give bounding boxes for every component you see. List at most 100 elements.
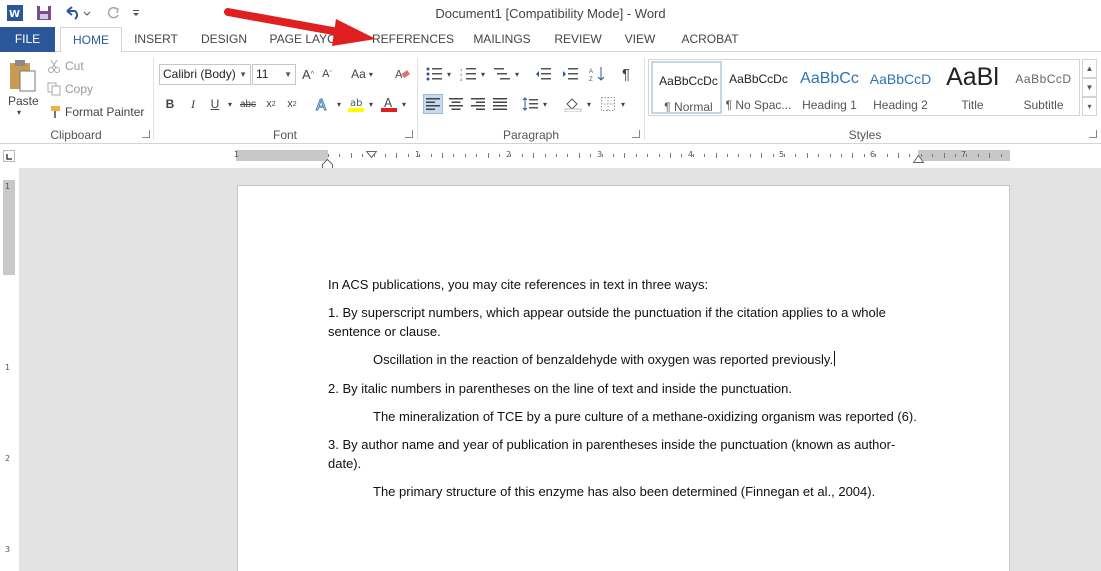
change-case-button[interactable]: Aa ▾: [345, 64, 379, 84]
justify-icon[interactable]: [490, 94, 510, 114]
style-no-spacing[interactable]: AaBbCcDc ¶ No Spac...: [723, 61, 794, 114]
tab-mailings[interactable]: MAILINGS: [467, 27, 537, 52]
shrink-font-icon[interactable]: Aˇ: [318, 64, 336, 84]
cut-button[interactable]: Cut: [65, 59, 84, 73]
format-painter-icon[interactable]: [46, 104, 62, 120]
increase-indent-icon[interactable]: [560, 64, 580, 84]
italic-icon[interactable]: I: [185, 94, 201, 114]
ruler-tick: [567, 154, 569, 157]
tab-view[interactable]: VIEW: [617, 27, 663, 52]
clear-formatting-icon[interactable]: A: [392, 64, 412, 84]
clipboard-launcher-icon[interactable]: [142, 130, 150, 138]
ruler-area: 1 1 2 3 4 5 6 7: [0, 144, 1101, 171]
styles-more-icon[interactable]: ▾: [1082, 97, 1097, 116]
chevron-down-icon[interactable]: ▾: [366, 94, 376, 114]
doc-paragraph[interactable]: 1. By superscript numbers, which appear …: [328, 303, 908, 322]
ruler-tick: [943, 153, 945, 158]
document-page[interactable]: [237, 185, 1010, 571]
shading-icon[interactable]: [562, 94, 584, 114]
ruler-tick: [419, 154, 421, 157]
tab-acrobat[interactable]: ACROBAT: [672, 27, 748, 52]
tab-review[interactable]: REVIEW: [548, 27, 608, 52]
styles-launcher-icon[interactable]: [1089, 130, 1097, 138]
grow-font-icon[interactable]: A ^: [299, 64, 317, 84]
ruler-tick: [613, 154, 614, 157]
align-right-icon[interactable]: [468, 94, 488, 114]
ruler-tick: [886, 154, 888, 157]
horizontal-ruler[interactable]: 1 1 2 3 4 5 6 7: [234, 150, 1010, 161]
tab-selector-icon[interactable]: [3, 150, 15, 162]
format-painter-button[interactable]: Format Painter: [65, 105, 144, 119]
vertical-ruler[interactable]: 1 1 2 3: [3, 180, 15, 571]
ruler-tick: [362, 154, 364, 157]
doc-paragraph[interactable]: In ACS publications, you may cite refere…: [328, 275, 908, 294]
chevron-down-icon[interactable]: ▾: [444, 64, 454, 84]
underline-icon[interactable]: U: [207, 94, 223, 114]
chevron-down-icon[interactable]: ▾: [512, 64, 522, 84]
title-bar: W Document1 [Compatibility Mode] - Word: [0, 0, 1101, 27]
highlight-icon[interactable]: ab: [346, 94, 366, 114]
ruler-number: 2: [5, 454, 11, 463]
copy-icon[interactable]: [46, 81, 62, 97]
paste-button[interactable]: Paste: [8, 94, 39, 108]
style-heading-1[interactable]: AaBbCc Heading 1: [794, 61, 865, 114]
show-formatting-marks-icon[interactable]: ¶: [616, 64, 636, 84]
doc-paragraph-example[interactable]: The primary structure of this enzyme has…: [373, 482, 953, 501]
chevron-down-icon[interactable]: ▾: [334, 94, 344, 114]
chevron-down-icon[interactable]: ▾: [399, 94, 409, 114]
ribbon-tabs: FILE HOME INSERT DESIGN PAGE LAYOUT REFE…: [0, 27, 1101, 53]
chevron-down-icon[interactable]: ▾: [540, 94, 550, 114]
right-indent-marker[interactable]: [912, 152, 925, 166]
svg-text:ab: ab: [350, 98, 362, 109]
style-name: ¶ No Spac...: [725, 98, 792, 112]
font-color-icon[interactable]: A: [379, 94, 399, 114]
chevron-down-icon[interactable]: ▾: [584, 94, 594, 114]
doc-paragraph[interactable]: 2. By italic numbers in parentheses on t…: [328, 379, 908, 398]
font-name-combo[interactable]: Calibri (Body) ▼: [159, 64, 251, 85]
doc-paragraph[interactable]: 3. By author name and year of publicatio…: [328, 435, 908, 454]
ruler-tick: [647, 154, 649, 157]
ruler-tick: [442, 153, 443, 158]
ruler-tick: [533, 153, 535, 158]
multilevel-list-icon[interactable]: [492, 64, 512, 84]
chevron-down-icon[interactable]: ▾: [478, 64, 488, 84]
borders-icon[interactable]: [598, 94, 618, 114]
ruler-tick: [487, 153, 489, 158]
paragraph-launcher-icon[interactable]: [632, 130, 640, 138]
cut-icon[interactable]: [46, 58, 62, 74]
styles-scroll-down-icon[interactable]: ▼: [1082, 78, 1097, 97]
font-size-combo[interactable]: 11 ▼: [252, 64, 296, 85]
doc-paragraph-example[interactable]: Oscillation in the reaction of benzaldeh…: [373, 350, 953, 369]
text-effects-icon[interactable]: A: [312, 94, 334, 114]
chevron-down-icon[interactable]: ▾: [618, 94, 628, 114]
paste-dropdown-icon[interactable]: ▾: [17, 108, 21, 117]
font-launcher-icon[interactable]: [405, 130, 413, 138]
line-spacing-icon[interactable]: [520, 94, 540, 114]
tab-file[interactable]: FILE: [0, 27, 55, 52]
style-subtitle[interactable]: AaBbCcD Subtitle: [1008, 61, 1079, 114]
align-left-icon[interactable]: [423, 94, 443, 114]
bold-icon[interactable]: B: [162, 94, 178, 114]
annotation-arrow-icon: [224, 8, 376, 46]
style-heading-2[interactable]: AaBbCcD Heading 2: [865, 61, 936, 114]
doc-paragraph[interactable]: sentence or clause.: [328, 322, 908, 341]
first-line-indent-marker[interactable]: [365, 147, 378, 161]
chevron-down-icon[interactable]: ▾: [224, 94, 236, 114]
superscript-icon[interactable]: x2: [283, 94, 301, 114]
tab-insert[interactable]: INSERT: [128, 27, 184, 52]
doc-paragraph[interactable]: date).: [328, 454, 908, 473]
bullets-icon[interactable]: [424, 64, 444, 84]
styles-scroll-up-icon[interactable]: ▲: [1082, 59, 1097, 78]
sort-icon[interactable]: AZ: [587, 64, 607, 84]
align-center-icon[interactable]: [446, 94, 466, 114]
strikethrough-icon[interactable]: abc: [238, 94, 258, 114]
style-title[interactable]: AaBl Title: [937, 61, 1008, 114]
copy-button[interactable]: Copy: [65, 82, 93, 96]
tab-home[interactable]: HOME: [60, 27, 122, 53]
doc-paragraph-example[interactable]: The mineralization of TCE by a pure cult…: [373, 407, 953, 426]
paste-icon[interactable]: [6, 58, 38, 94]
subscript-icon[interactable]: x2: [262, 94, 280, 114]
style-normal[interactable]: AaBbCcDc ¶ Normal: [651, 61, 722, 114]
decrease-indent-icon[interactable]: [533, 64, 553, 84]
numbering-icon[interactable]: 123: [458, 64, 478, 84]
